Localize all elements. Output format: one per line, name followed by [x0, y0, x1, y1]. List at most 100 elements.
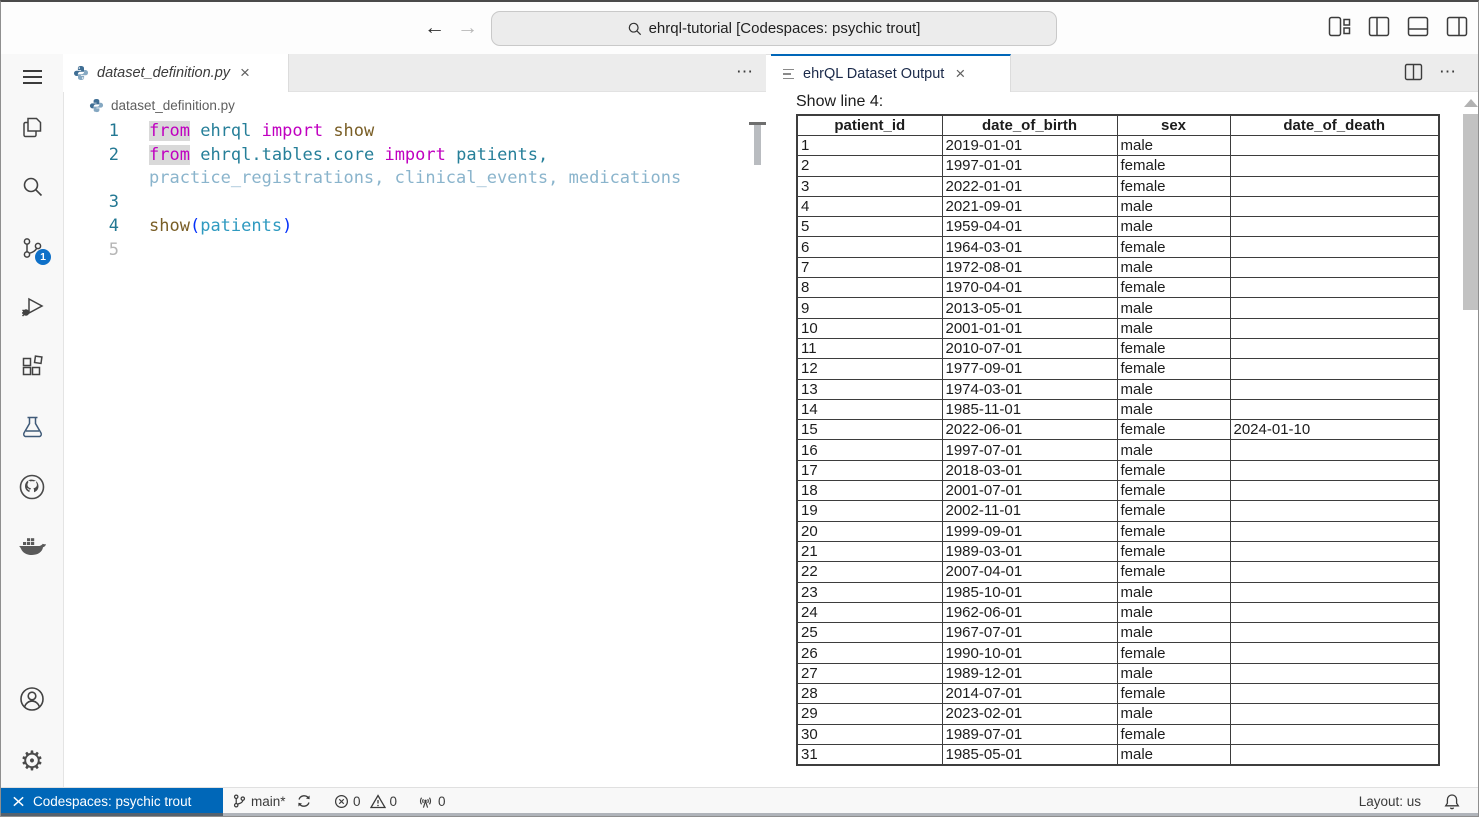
customize-layout-icon[interactable] — [1328, 16, 1351, 37]
table-cell: 31 — [797, 744, 942, 765]
table-cell — [1230, 481, 1439, 501]
table-cell — [1230, 318, 1439, 338]
git-branch-icon — [232, 793, 247, 809]
table-cell: 30 — [797, 724, 942, 744]
table-cell: 14 — [797, 399, 942, 419]
toggle-panel-icon[interactable] — [1407, 16, 1429, 37]
table-cell: 2 — [797, 156, 942, 176]
panel-tab-label: ehrQL Dataset Output — [803, 66, 944, 82]
table-cell: 1959-04-01 — [942, 217, 1117, 237]
forward-icon[interactable]: → — [457, 13, 478, 43]
title-bar: ← → ehrql-tutorial [Codespaces: psychic … — [1, 2, 1478, 55]
code-editor[interactable]: 1from ehrql import show2from ehrql.table… — [63, 120, 753, 262]
branch-status[interactable]: main* — [232, 788, 312, 814]
code-line: practice_registrations, clinical_events,… — [63, 167, 753, 191]
table-cell — [1230, 643, 1439, 663]
table-row: 222007-04-01female — [797, 562, 1439, 582]
activity-bar: 1 ⚙ — [1, 54, 64, 787]
scroll-up-arrow-icon[interactable] — [1464, 99, 1478, 107]
code-line: 5 — [63, 239, 753, 263]
remote-label: Codespaces: psychic trout — [33, 794, 191, 809]
table-cell: 1970-04-01 — [942, 278, 1117, 298]
editor-scrollbar[interactable] — [754, 125, 761, 165]
table-cell: 1977-09-01 — [942, 359, 1117, 379]
table-row: 211989-03-01female — [797, 541, 1439, 561]
table-cell: 11 — [797, 338, 942, 358]
table-cell — [1230, 278, 1439, 298]
code-line: 4show(patients) — [63, 215, 753, 239]
line-number: 3 — [63, 191, 119, 215]
table-cell — [1230, 663, 1439, 683]
source-control-icon[interactable]: 1 — [1, 231, 63, 265]
table-cell: male — [1117, 440, 1230, 460]
table-cell — [1230, 602, 1439, 622]
explorer-icon[interactable] — [1, 110, 63, 144]
extensions-icon[interactable] — [1, 350, 63, 384]
table-row: 311985-05-01male — [797, 744, 1439, 765]
table-cell: 18 — [797, 481, 942, 501]
table-cell: 2019-01-01 — [942, 136, 1117, 156]
notifications-status[interactable] — [1444, 788, 1460, 814]
tab-ehrql-dataset-output[interactable]: ehrQL Dataset Output × — [771, 54, 1011, 92]
run-debug-icon[interactable] — [1, 290, 63, 324]
table-row: 292023-02-01male — [797, 704, 1439, 724]
command-center-search[interactable]: ehrql-tutorial [Codespaces: psychic trou… — [491, 11, 1057, 46]
code-line: 1from ehrql import show — [63, 120, 753, 144]
ports-count: 0 — [438, 794, 446, 809]
editor-more-actions-icon[interactable]: ⋯ — [736, 62, 753, 82]
table-cell: 1964-03-01 — [942, 237, 1117, 257]
remote-indicator[interactable]: Codespaces: psychic trout — [1, 788, 223, 814]
tab-close-icon[interactable]: × — [238, 63, 252, 83]
accounts-icon[interactable] — [1, 682, 63, 716]
tab-dataset-definition[interactable]: dataset_definition.py × — [63, 54, 289, 92]
panel-tab-close-icon[interactable]: × — [953, 64, 967, 84]
problems-status[interactable]: 0 0 — [334, 788, 397, 814]
table-cell: 20 — [797, 521, 942, 541]
table-cell: 25 — [797, 623, 942, 643]
table-cell — [1230, 399, 1439, 419]
docker-icon[interactable] — [1, 530, 63, 564]
table-cell: 1985-11-01 — [942, 399, 1117, 419]
table-cell — [1230, 440, 1439, 460]
table-row: 42021-09-01male — [797, 196, 1439, 216]
table-cell: 16 — [797, 440, 942, 460]
toggle-secondary-sidebar-icon[interactable] — [1446, 16, 1468, 37]
testing-beaker-icon[interactable] — [1, 410, 63, 444]
ports-status[interactable]: 0 — [417, 788, 446, 814]
table-cell: 15 — [797, 420, 942, 440]
python-icon — [73, 65, 89, 81]
table-cell: female — [1117, 481, 1230, 501]
back-icon[interactable]: ← — [424, 13, 445, 43]
panel-more-actions-icon[interactable]: ⋯ — [1439, 62, 1456, 82]
table-cell: female — [1117, 460, 1230, 480]
column-header: sex — [1117, 115, 1230, 136]
split-editor-icon[interactable] — [1404, 63, 1423, 81]
table-cell — [1230, 379, 1439, 399]
webview-icon — [783, 69, 794, 80]
toggle-sidebar-icon[interactable] — [1368, 16, 1390, 37]
settings-gear-icon[interactable]: ⚙ — [1, 744, 63, 778]
errors-count: 0 — [353, 794, 361, 809]
table-cell: female — [1117, 724, 1230, 744]
table-cell: 1989-07-01 — [942, 724, 1117, 744]
github-icon[interactable] — [1, 470, 63, 504]
menu-icon[interactable] — [1, 60, 63, 94]
breadcrumb[interactable]: dataset_definition.py — [63, 92, 789, 119]
search-view-icon[interactable] — [1, 170, 63, 204]
table-cell: 2018-03-01 — [942, 460, 1117, 480]
table-cell: 2024-01-10 — [1230, 420, 1439, 440]
table-cell: 29 — [797, 704, 942, 724]
errors-icon — [334, 794, 349, 809]
table-row: 81970-04-01female — [797, 278, 1439, 298]
output-heading: Show line 4: — [796, 93, 883, 111]
table-cell: female — [1117, 684, 1230, 704]
table-row: 261990-10-01female — [797, 643, 1439, 663]
table-cell: 1997-07-01 — [942, 440, 1117, 460]
bell-icon — [1444, 793, 1460, 810]
panel-scrollbar[interactable] — [1463, 114, 1478, 310]
table-cell: 26 — [797, 643, 942, 663]
table-cell — [1230, 744, 1439, 765]
output-table-viewport[interactable]: patient_iddate_of_birthsexdate_of_death1… — [796, 114, 1446, 787]
layout-status[interactable]: Layout: us — [1359, 788, 1421, 814]
table-cell — [1230, 359, 1439, 379]
